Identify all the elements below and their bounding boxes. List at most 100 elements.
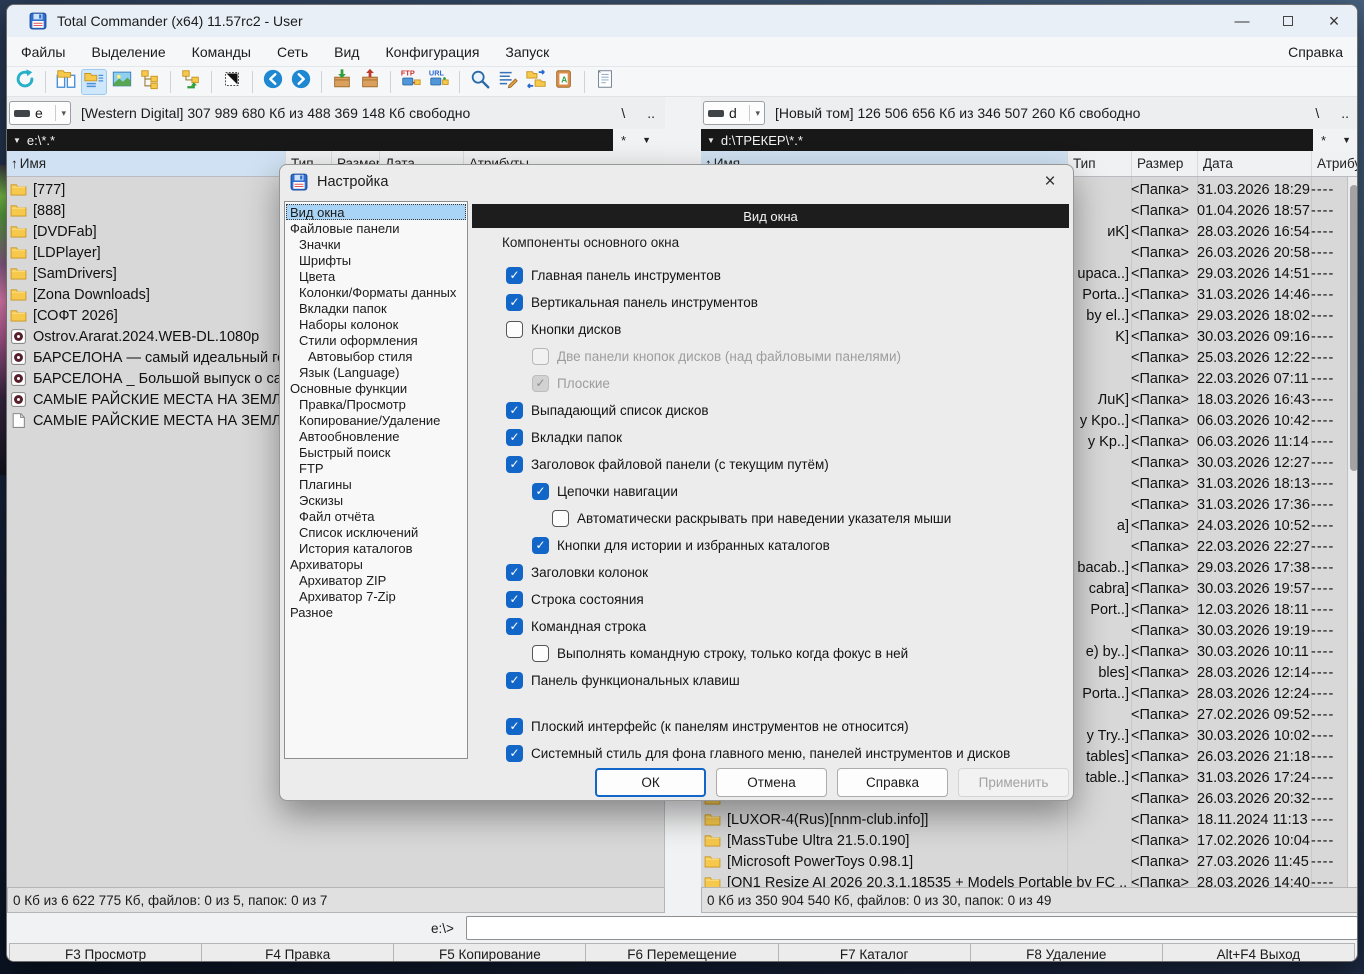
file-row[interactable]: [ON1 Resize AI 2026 20.3.1.18535 + Model… [701,872,1347,887]
option-12[interactable]: ✓Строка состояния [506,589,644,609]
left-root-button[interactable]: \ [621,105,625,121]
column-header-name[interactable]: ↑ Имя [7,151,285,176]
right-updir-button[interactable]: .. [1341,105,1349,121]
scrollbar-thumb[interactable] [1350,185,1358,471]
settings-category-22[interactable]: Архиваторы [286,556,466,572]
checkbox-unchecked-icon[interactable] [532,645,549,662]
checkbox-checked-icon[interactable]: ✓ [532,537,549,554]
help-button[interactable]: Справка [837,768,948,797]
settings-category-12[interactable]: Правка/Просмотр [286,396,466,412]
brief-view-button[interactable] [53,69,79,95]
right-path-bar[interactable]: ▼ d:\ТРЕКЕР\*.* [701,129,1313,151]
settings-category-10[interactable]: Язык (Language) [286,364,466,380]
refresh-button[interactable] [12,69,38,95]
left-path-bar[interactable]: ▼ e:\*.* [7,129,613,151]
option-0[interactable]: ✓Главная панель инструментов [506,265,721,285]
settings-category-7[interactable]: Наборы колонок [286,316,466,332]
option-2[interactable]: Кнопки дисков [506,319,621,339]
column-header-size[interactable]: Размер [1131,151,1197,176]
thumbnails-button[interactable] [109,69,135,95]
checkbox-unchecked-icon[interactable] [506,321,523,338]
option-11[interactable]: ✓Заголовки колонок [506,562,648,582]
file-row[interactable]: [LUXOR-4(Rus)[nnm-club.info]]<Папка>18.1… [701,809,1347,830]
function-key-alt-f4[interactable]: Alt+F4 Выход [1162,943,1355,962]
command-input[interactable] [466,916,1358,940]
settings-category-list[interactable]: Вид окнаФайловые панелиЗначкиШрифтыЦвета… [284,201,468,759]
checkbox-checked-icon[interactable]: ✓ [506,672,523,689]
settings-category-16[interactable]: FTP [286,460,466,476]
settings-category-9[interactable]: Автовыбор стиля [286,348,466,364]
menu-item-5[interactable]: Конфигурация [385,44,479,60]
settings-category-20[interactable]: Список исключений [286,524,466,540]
right-root-button[interactable]: \ [1315,105,1319,121]
settings-category-2[interactable]: Значки [286,236,466,252]
option-7[interactable]: ✓Заголовок файловой панели (с текущим пу… [506,454,829,474]
option-10[interactable]: ✓Кнопки для истории и избранных каталого… [532,535,830,555]
menu-item-2[interactable]: Команды [192,44,251,60]
menu-item-0[interactable]: Файлы [21,44,65,60]
function-key-f6[interactable]: F6 Перемещение [585,943,778,962]
ftp-connect-button[interactable]: FTP [398,69,424,95]
menu-item-6[interactable]: Запуск [505,44,549,60]
settings-category-18[interactable]: Эскизы [286,492,466,508]
settings-category-8[interactable]: Стили оформления [286,332,466,348]
column-header-attr[interactable]: Атрибуты [1311,151,1358,176]
checkbox-checked-icon[interactable]: ✓ [506,718,523,735]
forward-button[interactable] [288,69,314,95]
settings-category-21[interactable]: История каталогов [286,540,466,556]
function-key-f8[interactable]: F8 Удаление [970,943,1163,962]
menu-item-1[interactable]: Выделение [91,44,165,60]
option-13[interactable]: ✓Командная строка [506,616,646,636]
pack-button[interactable] [329,69,355,95]
option-8[interactable]: ✓Цепочки навигации [532,481,678,501]
settings-category-6[interactable]: Вкладки папок [286,300,466,316]
back-button[interactable] [260,69,286,95]
settings-category-25[interactable]: Разное [286,604,466,620]
option-5[interactable]: ✓Выпадающий список дисков [506,400,709,420]
left-updir-button[interactable]: .. [647,105,655,121]
settings-category-23[interactable]: Архиватор ZIP [286,572,466,588]
unpack-button[interactable] [357,69,383,95]
settings-category-1[interactable]: Файловые панели [286,220,466,236]
ok-button[interactable]: ОК [595,768,706,797]
notepad-button[interactable] [592,69,618,95]
dialog-title-bar[interactable]: Настройка × [280,165,1073,199]
settings-category-24[interactable]: Архиватор 7-Zip [286,588,466,604]
option-1[interactable]: ✓Вертикальная панель инструментов [506,292,758,312]
settings-category-3[interactable]: Шрифты [286,252,466,268]
cancel-button[interactable]: Отмена [716,768,827,797]
settings-category-19[interactable]: Файл отчёта [286,508,466,524]
column-header-type[interactable]: Тип [1067,151,1131,176]
checkbox-checked-icon[interactable]: ✓ [506,429,523,446]
left-drive-combo[interactable]: e ▾ [9,101,71,125]
right-star-button[interactable]: * [1321,133,1326,148]
left-history-button[interactable]: ▼ [642,135,651,145]
option-6[interactable]: ✓Вкладки папок [506,427,622,447]
function-key-f4[interactable]: F4 Правка [201,943,394,962]
branch-view-button[interactable] [178,69,204,95]
option-9[interactable]: Автоматически раскрывать при наведении у… [552,508,951,528]
right-drive-combo[interactable]: d ▾ [703,101,765,125]
checkbox-checked-icon[interactable]: ✓ [506,745,523,762]
right-history-button[interactable]: ▼ [1342,135,1351,145]
option-14[interactable]: Выполнять командную строку, только когда… [532,643,908,663]
invert-selection-button[interactable] [219,69,245,95]
right-panel-scrollbar[interactable] [1347,177,1358,887]
settings-category-15[interactable]: Быстрый поиск [286,444,466,460]
settings-category-17[interactable]: Плагины [286,476,466,492]
checkbox-checked-icon[interactable]: ✓ [506,402,523,419]
file-row[interactable]: [Microsoft PowerToys 0.98.1]<Папка>27.03… [701,851,1347,872]
compare-contents-button[interactable]: A [551,69,577,95]
option-18[interactable]: ✓Системный стиль для фона главного меню,… [506,743,1010,763]
checkbox-checked-icon[interactable]: ✓ [506,294,523,311]
left-star-button[interactable]: * [621,133,626,148]
multi-rename-button[interactable] [495,69,521,95]
checkbox-checked-icon[interactable]: ✓ [532,483,549,500]
ftp-url-button[interactable]: URL [426,69,452,95]
file-row[interactable]: [MassTube Ultra 21.5.0.190]<Папка>17.02.… [701,830,1347,851]
minimize-button[interactable]: — [1219,5,1265,37]
checkbox-checked-icon[interactable]: ✓ [506,564,523,581]
close-button[interactable]: × [1311,5,1357,37]
checkbox-checked-icon[interactable]: ✓ [506,456,523,473]
checkbox-unchecked-icon[interactable] [552,510,569,527]
